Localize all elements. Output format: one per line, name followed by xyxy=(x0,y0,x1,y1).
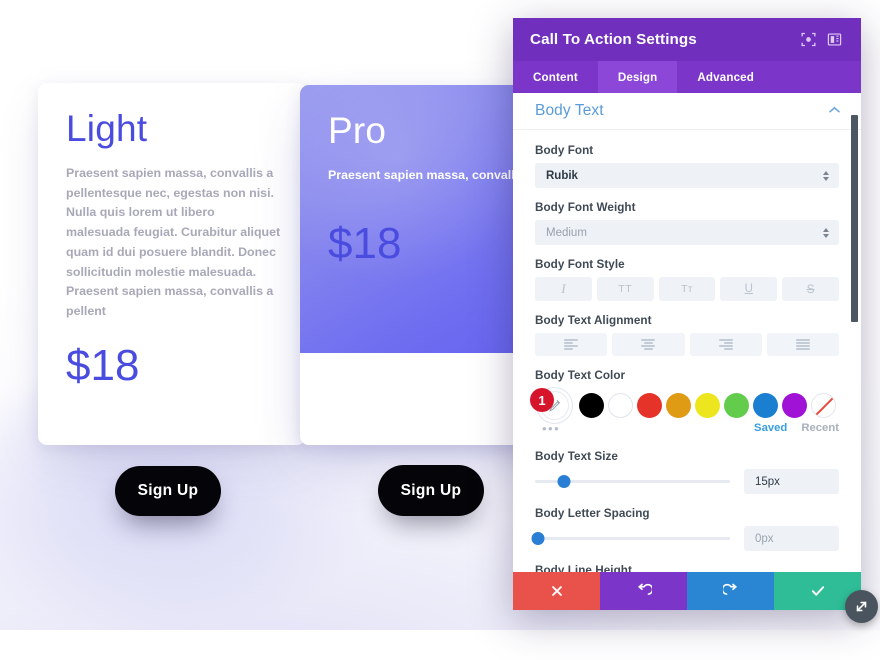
align-center-button[interactable] xyxy=(612,333,685,356)
swatch-blue[interactable] xyxy=(753,392,778,418)
sign-up-button-light[interactable]: Sign Up xyxy=(115,466,221,516)
body-letter-spacing-row: 0px xyxy=(531,526,839,551)
field-body-text-size: Body Text Size 15px xyxy=(535,450,839,494)
underline-button[interactable]: U xyxy=(720,277,778,301)
card-body-pro: Praesent sapien massa, convallis a pelle… xyxy=(328,168,600,182)
chevron-up-icon[interactable] xyxy=(828,102,841,120)
status-badge: 1 xyxy=(530,388,554,412)
italic-button[interactable]: I xyxy=(535,277,592,301)
label-body-letter-spacing: Body Letter Spacing xyxy=(535,507,650,520)
recent-colors-link[interactable]: Recent xyxy=(801,422,839,434)
tab-advanced[interactable]: Advanced xyxy=(677,61,774,93)
focus-target-icon[interactable] xyxy=(795,27,821,53)
swatch-white[interactable] xyxy=(608,392,633,418)
swatch-orange[interactable] xyxy=(666,392,691,418)
swatch-red[interactable] xyxy=(637,392,662,418)
label-body-text-size: Body Text Size xyxy=(535,450,618,463)
sign-up-button-pro[interactable]: Sign Up xyxy=(378,465,484,516)
slider-track xyxy=(535,537,730,540)
body-text-size-row: 15px xyxy=(535,469,839,494)
tab-design[interactable]: Design xyxy=(597,61,678,93)
label-body-text-color: Body Text Color xyxy=(535,369,626,382)
align-justify-button[interactable] xyxy=(766,333,839,356)
body-text-size-input[interactable]: 15px xyxy=(744,469,839,494)
modal-title: Call To Action Settings xyxy=(530,31,697,48)
redo-button[interactable] xyxy=(687,572,774,610)
tab-content[interactable]: Content xyxy=(513,61,598,93)
body-letter-spacing-input[interactable]: 0px xyxy=(744,526,839,551)
scrollbar-track[interactable] xyxy=(851,93,858,572)
modal-footer xyxy=(513,572,861,610)
body-text-alignment-buttons xyxy=(535,333,839,356)
swatch-yellow[interactable] xyxy=(695,392,720,418)
body-font-value: Rubik xyxy=(546,169,578,182)
section-title: Body Text xyxy=(535,102,604,119)
body-letter-spacing-slider[interactable] xyxy=(531,531,730,547)
field-body-font-weight: Body Font Weight Medium xyxy=(535,201,839,245)
field-body-text-color: Body Text Color 1 ••• Saved Recent xyxy=(530,369,839,437)
card-title-light: Light xyxy=(66,108,148,149)
align-left-icon xyxy=(564,339,579,350)
label-body-text-alignment: Body Text Alignment xyxy=(535,314,652,327)
call-to-action-settings-modal: Call To Action Settings Content Design A… xyxy=(513,18,861,610)
body-text-fields: Body Font Rubik Body Font Weight Medium … xyxy=(513,130,861,572)
label-body-font: Body Font xyxy=(535,144,594,157)
align-justify-icon xyxy=(795,339,810,350)
modal-header: Call To Action Settings xyxy=(513,18,861,61)
chevron-updown-icon xyxy=(823,170,829,181)
undo-button[interactable] xyxy=(600,572,687,610)
field-body-font-style: Body Font Style I TT Tт U S xyxy=(535,258,839,301)
resize-handle-icon[interactable] xyxy=(845,590,878,623)
saved-colors-link[interactable]: Saved xyxy=(754,422,787,434)
uppercase-button[interactable]: TT xyxy=(596,277,654,301)
slider-knob[interactable] xyxy=(557,475,571,488)
color-swatch-meta: ••• Saved Recent xyxy=(535,419,839,437)
swatch-purple[interactable] xyxy=(782,392,807,418)
body-font-select[interactable]: Rubik xyxy=(535,163,839,188)
align-center-icon xyxy=(641,339,656,350)
swatch-green[interactable] xyxy=(724,392,749,418)
card-body-light: Praesent sapien massa, convallis a pelle… xyxy=(66,166,281,319)
card-price-light: $18 xyxy=(66,340,140,390)
body-text-section-header[interactable]: Body Text xyxy=(513,93,861,130)
body-font-weight-value: Medium xyxy=(546,226,587,239)
align-right-icon xyxy=(718,339,733,350)
modal-scroll-area: Body Text Body Font Rubik Body Font Weig… xyxy=(513,93,861,572)
color-picker-button[interactable]: 1 xyxy=(530,386,573,424)
field-body-letter-spacing: Body Letter Spacing 0px xyxy=(531,507,839,551)
align-left-button[interactable] xyxy=(535,333,608,356)
field-body-line-height: Body Line Height xyxy=(535,564,839,572)
label-body-font-weight: Body Font Weight xyxy=(535,201,636,214)
scrollbar-thumb[interactable] xyxy=(851,115,858,322)
capitalize-button[interactable]: Tт xyxy=(658,277,716,301)
swatch-black[interactable] xyxy=(579,392,604,418)
label-body-line-height: Body Line Height xyxy=(535,564,632,572)
strikethrough-button[interactable]: S xyxy=(782,277,839,301)
align-right-button[interactable] xyxy=(689,333,762,356)
body-text-size-slider[interactable] xyxy=(535,474,730,490)
field-body-text-alignment: Body Text Alignment xyxy=(535,314,839,356)
body-font-weight-select[interactable]: Medium xyxy=(535,220,839,245)
panel-layout-icon[interactable] xyxy=(821,27,847,53)
swatch-transparent[interactable] xyxy=(811,392,836,418)
label-body-font-style: Body Font Style xyxy=(535,258,625,271)
chevron-updown-icon xyxy=(823,227,829,238)
color-swatch-row: 1 xyxy=(530,386,839,424)
field-body-font: Body Font Rubik xyxy=(535,144,839,188)
cancel-button[interactable] xyxy=(513,572,600,610)
body-font-style-buttons: I TT Tт U S xyxy=(535,277,839,301)
slider-knob[interactable] xyxy=(531,532,545,545)
modal-tabs: Content Design Advanced xyxy=(513,61,861,93)
pricing-card-light: Light Praesent sapien massa, convallis a… xyxy=(38,83,306,445)
